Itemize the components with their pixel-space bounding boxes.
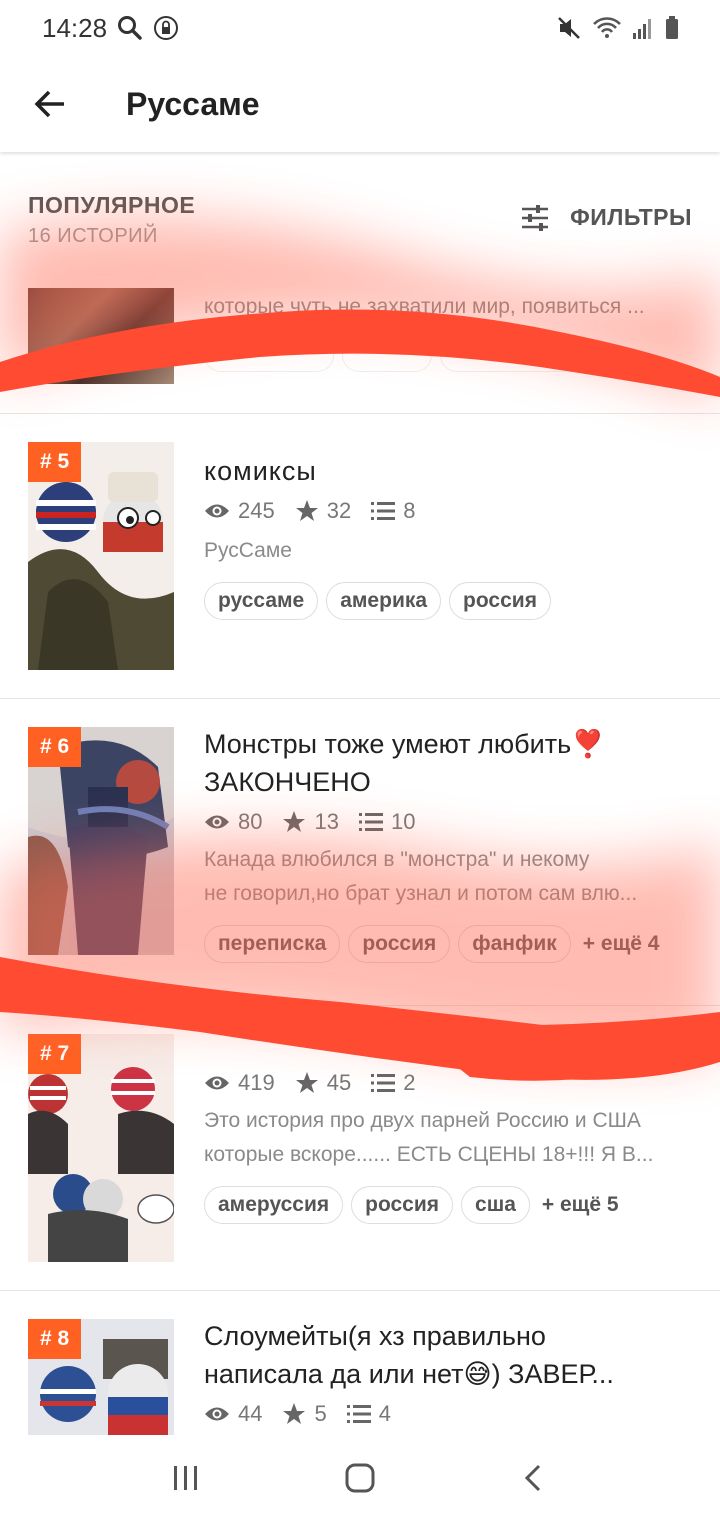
story-stats: 80 13 10 xyxy=(204,809,692,835)
tag[interactable]: россия xyxy=(351,1186,454,1224)
lock-icon xyxy=(153,15,179,41)
story-item[interactable]: # 8 Слоумейты(я хз правильно написала да… xyxy=(0,1291,720,1435)
story-list: ПОПУЛЯРНОЕ 16 ИСТОРИЙ ФИЛЬТРЫ которые чу… xyxy=(0,152,720,1435)
list-icon xyxy=(358,813,383,831)
story-cover xyxy=(28,288,174,384)
rank-badge: # 5 xyxy=(28,442,82,482)
story-description: Это история про двух парней Россию и США… xyxy=(204,1104,692,1172)
tag[interactable]: россия xyxy=(348,925,451,963)
story-title-line: написала да или нет😅) ЗАВЕР... xyxy=(204,1359,614,1389)
app-bar: Руссаме xyxy=(0,56,720,152)
list-icon xyxy=(371,1074,396,1092)
story-item[interactable]: # 5 комиксы 245 32 8 РусСаме руссаме аме… xyxy=(0,414,720,699)
story-description-line: которые вскоре...... ЕСТЬ СЦЕНЫ 18+!!! Я… xyxy=(204,1143,654,1166)
tag[interactable]: россия xyxy=(449,582,551,620)
parts-count: 4 xyxy=(378,1401,391,1426)
story-title: комиксы xyxy=(204,456,317,486)
story-description: Канада влюбился в "монстра" и некому не … xyxy=(204,843,692,911)
eye-icon xyxy=(205,815,229,829)
list-icon xyxy=(346,1405,371,1423)
filters-button[interactable]: ФИЛЬТРЫ xyxy=(520,204,692,231)
rank-badge: # 8 xyxy=(28,1319,82,1359)
system-nav-bar xyxy=(0,1435,720,1520)
story-cover: # 6 xyxy=(28,727,174,955)
rank-badge: # 7 xyxy=(28,1034,82,1074)
story-title: Монстры тоже умеют любить❣️ ЗАКОНЧЕНО xyxy=(204,725,692,801)
story-stats: 419 45 2 xyxy=(204,1070,692,1096)
eye-icon xyxy=(205,1076,229,1090)
back-button[interactable] xyxy=(20,74,80,134)
search-icon xyxy=(117,15,143,41)
votes-count: 13 xyxy=(314,809,339,834)
section-header: ПОПУЛЯРНОЕ 16 ИСТОРИЙ ФИЛЬТРЫ xyxy=(28,192,692,252)
tag-list: руссаме америка россия xyxy=(204,582,692,620)
views-count: 419 xyxy=(238,1070,275,1095)
star-icon xyxy=(283,811,306,832)
story-description: которые чуть не захватили мир, появиться… xyxy=(204,295,645,318)
story-cover: # 5 xyxy=(28,442,174,670)
more-tags-link[interactable]: + ещё 5 xyxy=(542,1193,619,1217)
parts-count: 10 xyxy=(390,809,416,834)
more-tags-link[interactable]: + ещё 4 xyxy=(583,932,660,956)
story-item[interactable]: которые чуть не захватили мир, появиться… xyxy=(0,272,720,414)
eye-icon xyxy=(205,504,229,518)
story-title: Слоумейты(я хз правильно написала да или… xyxy=(204,1317,692,1393)
story-title-line: ЗАКОНЧЕНО xyxy=(204,767,371,797)
votes-count: 32 xyxy=(326,498,352,523)
page-title: Руссаме xyxy=(126,85,260,122)
story-cover: # 8 xyxy=(28,1319,174,1435)
battery-icon xyxy=(664,15,680,41)
tag-list: амеруссия россия сша + ещё 5 xyxy=(204,1186,692,1224)
eye-icon xyxy=(205,1407,229,1421)
tag[interactable]: руссаме xyxy=(204,582,319,620)
story-title-line: Монстры тоже умеют любить❣️ xyxy=(204,729,605,759)
arrow-left-icon xyxy=(34,90,64,118)
parts-count: 8 xyxy=(403,498,416,523)
tag[interactable]: фанфик xyxy=(458,925,571,963)
story-description: РусСаме xyxy=(204,539,292,562)
tag[interactable] xyxy=(204,338,334,372)
story-item[interactable]: # 6 Монстры тоже умеют любить❣️ ЗАКОНЧЕН… xyxy=(0,699,720,1006)
story-title-line: Слоумейты(я хз правильно xyxy=(204,1321,546,1351)
status-time: 14:28 xyxy=(42,12,108,43)
story-description-line: Это история про двух парней Россию и США xyxy=(204,1109,641,1132)
story-cover: # 7 xyxy=(28,1034,174,1262)
rank-badge: # 6 xyxy=(28,727,82,767)
star-icon xyxy=(295,500,318,521)
wifi-icon xyxy=(592,15,622,41)
home-icon[interactable] xyxy=(344,1462,376,1494)
tag[interactable] xyxy=(440,338,580,372)
star-icon xyxy=(295,1072,318,1093)
tag[interactable]: переписка xyxy=(204,925,341,963)
recent-apps-icon[interactable] xyxy=(171,1463,201,1493)
story-description-line: Канада влюбился в "монстра" и некому xyxy=(204,848,590,871)
story-stats: 245 32 8 xyxy=(204,498,692,524)
signal-icon xyxy=(632,15,654,41)
list-icon xyxy=(371,502,396,520)
parts-count: 2 xyxy=(403,1070,416,1095)
tag[interactable] xyxy=(342,338,432,372)
story-description-line: не говорил,но брат узнал и потом сам влю… xyxy=(204,882,638,905)
story-item[interactable]: # 7 419 45 2 Это история про двух парней… xyxy=(0,1006,720,1291)
star-icon xyxy=(283,1403,306,1424)
mute-icon xyxy=(556,15,582,41)
story-title xyxy=(204,1032,692,1070)
tag-list: переписка россия фанфик + ещё 4 xyxy=(204,925,692,963)
views-count: 44 xyxy=(238,1401,263,1426)
views-count: 245 xyxy=(238,498,275,523)
tag[interactable]: сша xyxy=(461,1186,530,1224)
tag[interactable]: америка xyxy=(326,582,442,620)
story-stats: 44 5 4 xyxy=(204,1401,692,1427)
views-count: 80 xyxy=(238,809,263,834)
back-nav-icon[interactable] xyxy=(519,1463,549,1493)
tag[interactable]: амеруссия xyxy=(204,1186,344,1224)
votes-count: 5 xyxy=(314,1401,327,1426)
status-bar: 14:28 xyxy=(0,0,720,56)
sliders-icon xyxy=(522,204,549,231)
filters-label: ФИЛЬТРЫ xyxy=(570,204,692,230)
votes-count: 45 xyxy=(326,1070,352,1095)
